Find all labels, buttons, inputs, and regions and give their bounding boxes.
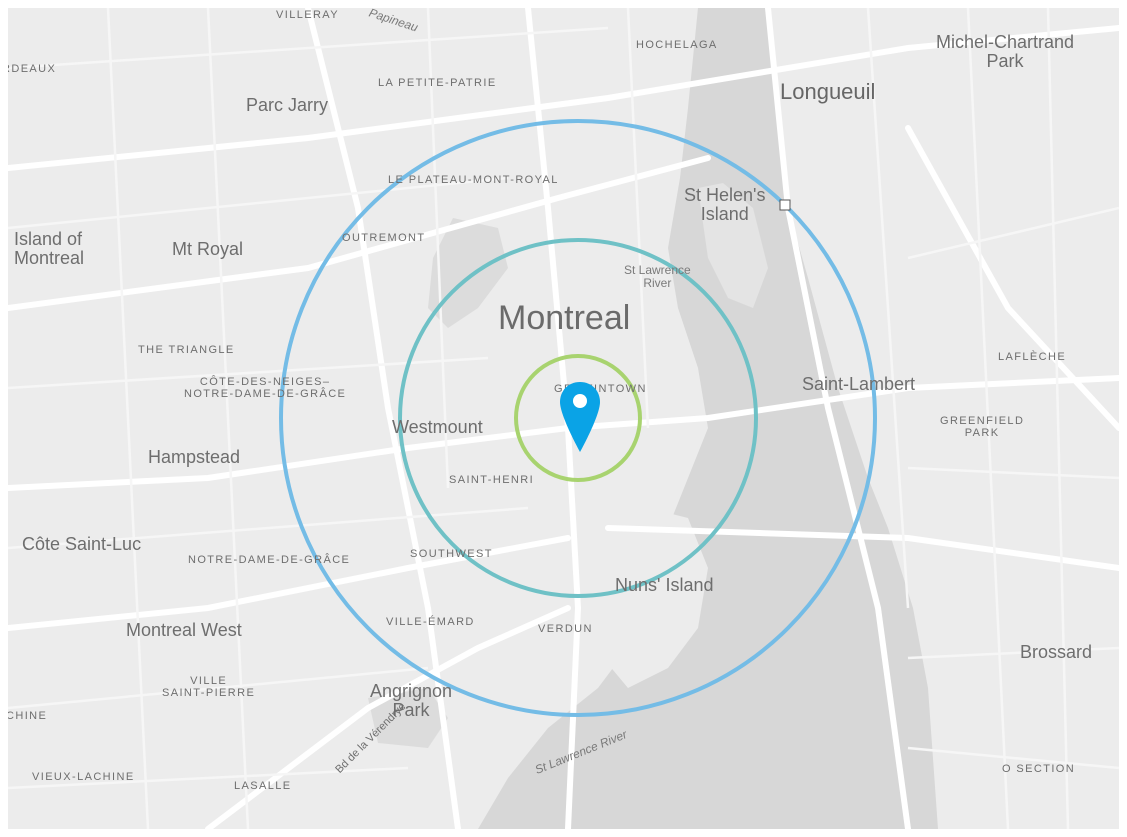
label-cote-des-neiges: CÔTE-DES-NEIGES– NOTRE-DAME-DE-GRÂCE [184, 376, 347, 400]
label-outremont: OUTREMONT [342, 232, 426, 244]
map-pin-icon[interactable] [558, 380, 602, 454]
label-longueuil: Longueuil [780, 79, 876, 104]
label-hochelaga: HOCHELAGA [636, 39, 718, 51]
label-brossard: Brossard [1020, 642, 1093, 662]
label-the-triangle: THE TRIANGLE [138, 344, 235, 356]
map-view[interactable]: VILLERAY Papineau HOCHELAGA Michel-Chart… [8, 8, 1119, 829]
label-hampstead: Hampstead [148, 447, 241, 467]
label-angrignon-park: Angrignon Park [370, 681, 453, 720]
label-lafleche: LAFLÈCHE [998, 351, 1067, 363]
label-greenfield-park: GREENFIELD PARK [940, 415, 1025, 439]
label-saint-henri: SAINT-HENRI [449, 474, 535, 486]
label-ville-saint-pierre: VILLE SAINT-PIERRE [162, 675, 256, 699]
label-lasalle: LASALLE [234, 780, 292, 792]
label-mt-royal: Mt Royal [172, 239, 244, 259]
label-westmount: Westmount [392, 417, 483, 437]
label-island-of-montreal: Island of Montreal [14, 229, 85, 268]
label-southwest: SOUTHWEST [410, 548, 493, 560]
label-chine: CHINE [8, 710, 48, 722]
label-villeray: VILLERAY [276, 9, 339, 21]
label-vieux-lachine: VIEUX-LACHINE [32, 771, 135, 783]
label-st-helens-island: St Helen's Island [684, 185, 766, 224]
label-plateau: LE PLATEAU-MONT-ROYAL [388, 174, 559, 186]
ring-resize-handle [779, 199, 791, 211]
label-parc-jarry: Parc Jarry [246, 95, 329, 115]
label-ndg: NOTRE-DAME-DE-GRÂCE [188, 554, 351, 566]
label-cote-saint-luc: Côte Saint-Luc [22, 534, 142, 554]
label-st-lawrence-river-1: St Lawrence River [624, 263, 691, 290]
label-nuns-island: Nuns' Island [615, 575, 714, 595]
label-montreal: Montreal [498, 299, 631, 337]
label-michel-chartrand: Michel-Chartrand Park [936, 32, 1075, 71]
label-ville-emard: VILLE-ÉMARD [386, 616, 475, 628]
label-saint-lambert: Saint-Lambert [802, 374, 916, 394]
label-verdun: VERDUN [538, 623, 593, 635]
label-rdeaux: RDEAUX [8, 63, 57, 75]
label-o-section: O SECTION [1002, 763, 1076, 775]
label-montreal-west: Montreal West [126, 620, 242, 640]
label-petite-patrie: LA PETITE-PATRIE [378, 77, 497, 89]
